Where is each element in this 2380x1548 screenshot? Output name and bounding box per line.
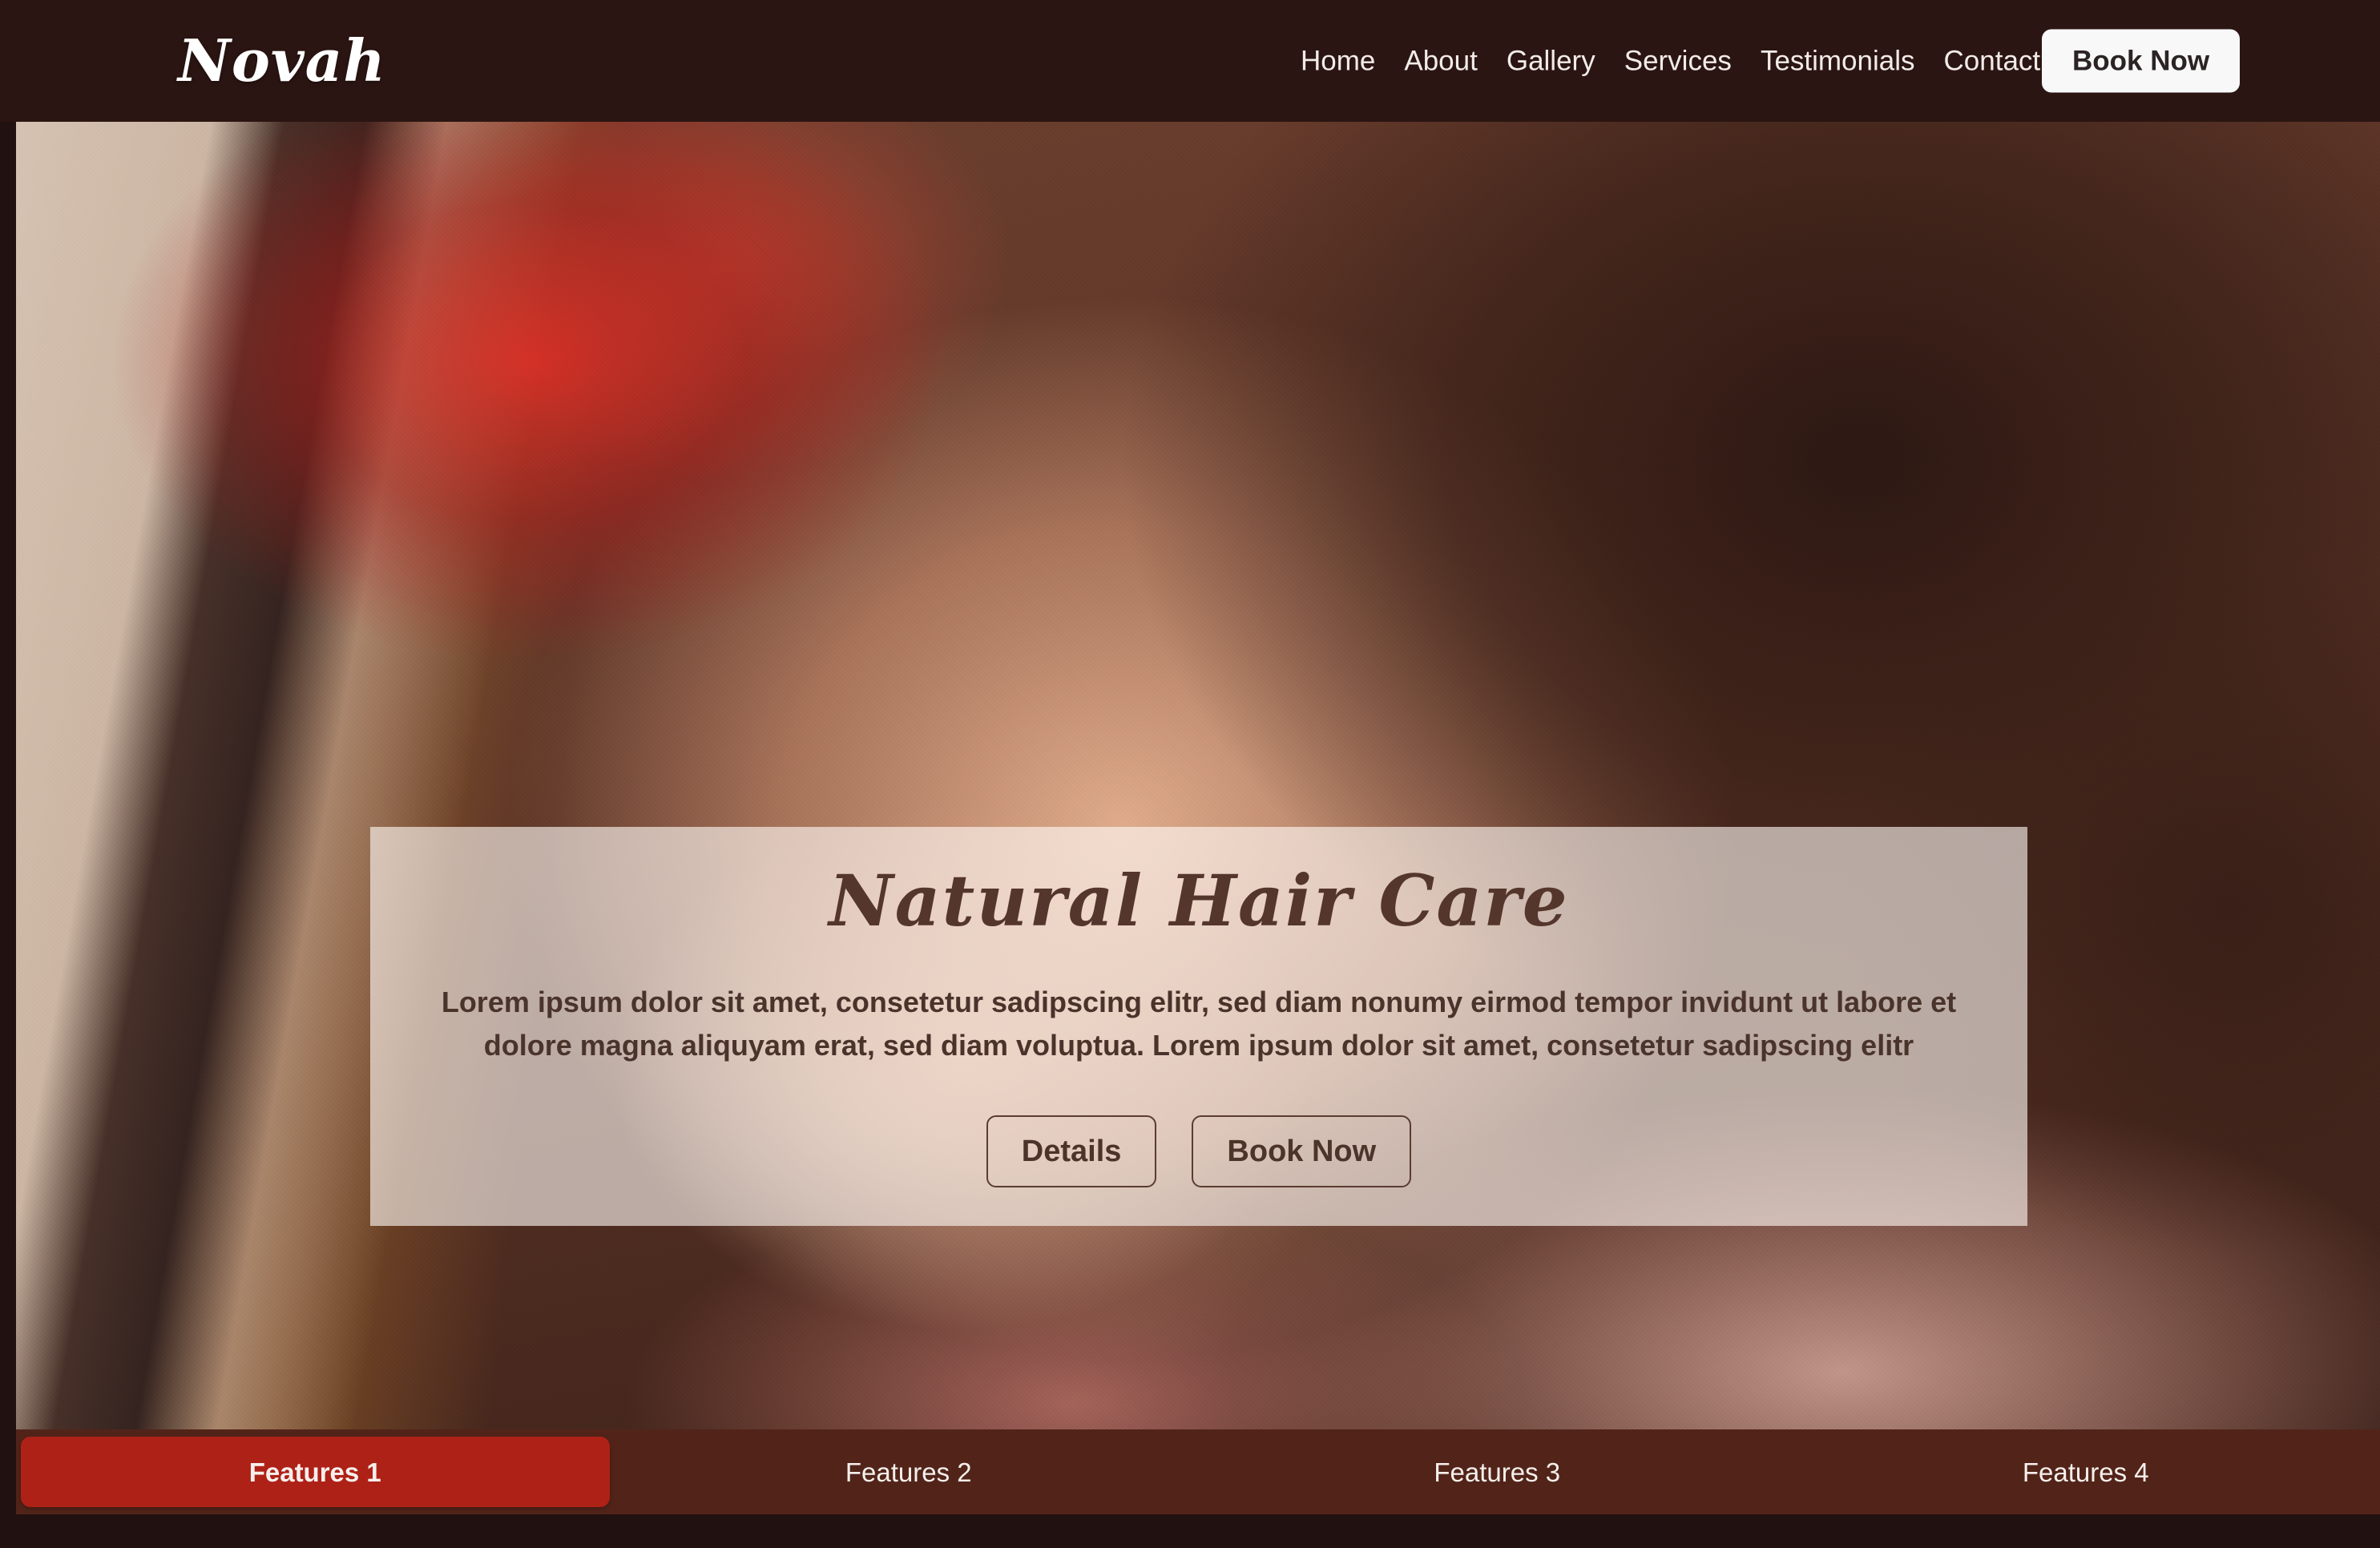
nav-item-services[interactable]: Services — [1610, 39, 1746, 83]
hero-title: Natural Hair Care — [829, 859, 1569, 942]
site-header: Novah Home About Gallery Services Testim… — [0, 0, 2380, 122]
features-tab-2[interactable]: Features 2 — [615, 1429, 1204, 1514]
hero-content-panel: Natural Hair Care Lorem ipsum dolor sit … — [370, 827, 2027, 1226]
hero-description: Lorem ipsum dolor sit amet, consetetur s… — [441, 986, 1957, 1062]
header-book-now-button[interactable]: Book Now — [2042, 29, 2241, 93]
nav-item-about[interactable]: About — [1390, 39, 1491, 83]
hero-details-button[interactable]: Details — [986, 1115, 1157, 1187]
hero-background-photo — [16, 122, 2380, 1429]
hero-action-group: Details Book Now — [986, 1115, 1412, 1187]
nav-item-testimonials[interactable]: Testimonials — [1746, 39, 1930, 83]
page-root: Novah Home About Gallery Services Testim… — [0, 0, 2380, 1548]
nav-item-gallery[interactable]: Gallery — [1492, 39, 1610, 83]
page-left-gutter — [0, 122, 16, 1548]
features-tab-3[interactable]: Features 3 — [1203, 1429, 1792, 1514]
hero-section: Natural Hair Care Lorem ipsum dolor sit … — [16, 122, 2380, 1429]
hero-book-now-button[interactable]: Book Now — [1192, 1115, 1412, 1187]
nav-item-contact[interactable]: Contact — [1930, 39, 2055, 83]
page-footer-strip — [0, 1514, 2380, 1548]
primary-navigation: Home About Gallery Services Testimonials… — [1286, 39, 2055, 83]
features-tab-4[interactable]: Features 4 — [1792, 1429, 2380, 1514]
nav-item-home[interactable]: Home — [1286, 39, 1390, 83]
brand-logo[interactable]: Novah — [178, 32, 386, 90]
features-tab-bar: Features 1 Features 2 Features 3 Feature… — [16, 1429, 2380, 1514]
features-tab-1[interactable]: Features 1 — [21, 1437, 610, 1507]
